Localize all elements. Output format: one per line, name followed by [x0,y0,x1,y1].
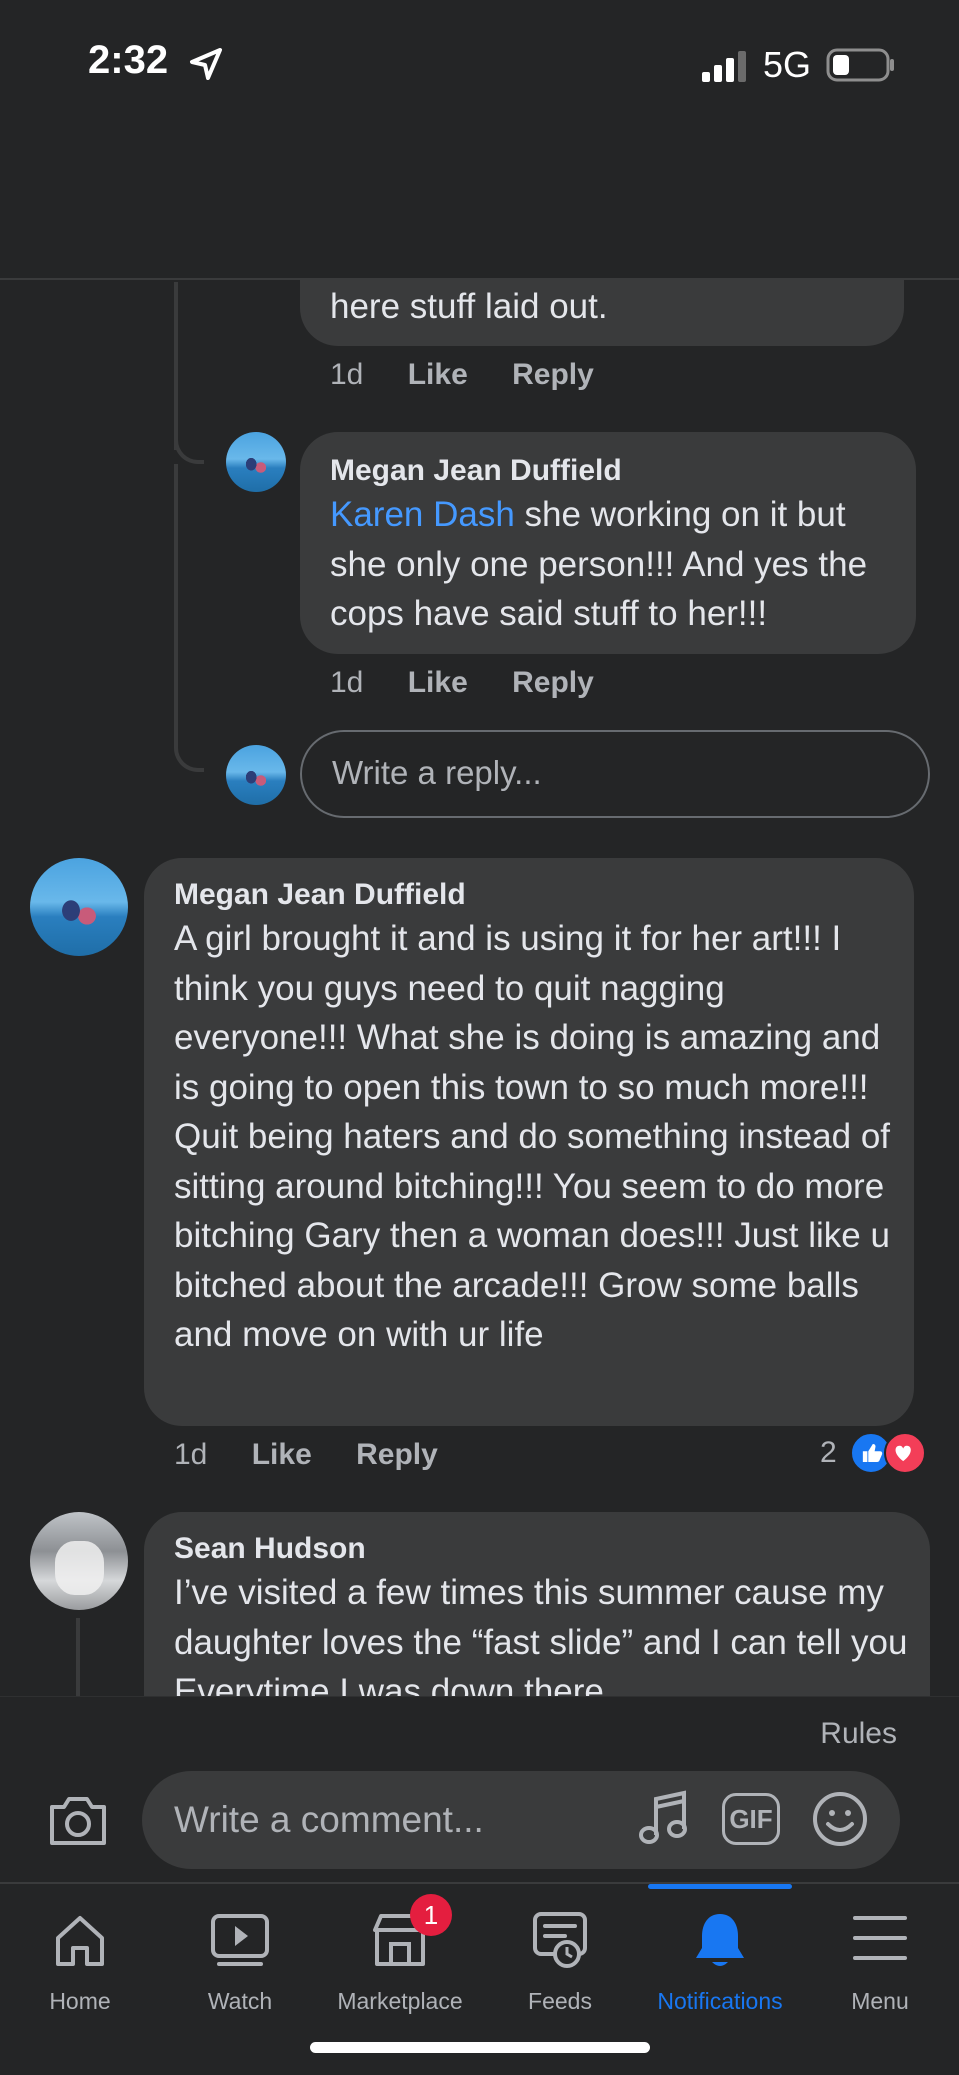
comment-author[interactable]: Sean Hudson [174,1532,914,1566]
comment-input[interactable]: Write a comment... GIF [142,1771,900,1869]
watch-icon [211,1914,269,1966]
comment-input-placeholder: Write a comment... [174,1799,484,1840]
love-icon [884,1432,926,1474]
thread-line [174,464,178,664]
signal-icon [702,51,746,82]
reply-button[interactable]: Reply [512,358,594,391]
comment-bubble-partial: here stuff laid out. [300,246,904,346]
reaction-summary[interactable]: 2 [820,1432,959,1476]
nav-label: Menu [851,1988,909,2014]
nav-label: Notifications [657,1988,783,2014]
group-avatar[interactable] [118,154,218,254]
comment-text: A girl brought it and is using it for he… [174,919,891,1354]
comment-text: Karen Dash she working on it but she onl… [330,490,910,639]
nav-menu[interactable]: Menu [800,1884,959,2024]
status-time: 2:32 [88,38,169,82]
bell-icon [696,1914,744,1966]
post-meta: · 1d · [552,210,627,246]
nav-home[interactable]: Home [0,1884,160,2024]
comment-text-first: she working on it but [514,495,846,534]
like-button[interactable]: Like [408,358,468,391]
camera-icon[interactable] [46,1793,110,1849]
nav-label: Watch [207,1988,273,2014]
like-button[interactable]: Like [408,666,468,699]
comment-actions: 1d Like Reply [174,1438,474,1472]
post-author[interactable]: Gary Moore [364,210,542,247]
comment-time: 1d [330,358,364,391]
admin-badge: Admin [236,206,344,250]
gif-button[interactable]: GIF [722,1793,780,1845]
home-icon [56,1916,104,1966]
nav-label: Marketplace [337,1988,463,2014]
rules-link[interactable]: Rules [820,1717,897,1751]
group-name[interactable]: Wellsville 2.0 [238,156,461,198]
comment-time: 1d [330,666,364,699]
reply-input[interactable]: Write a reply... [300,730,930,818]
home-indicator [310,2042,650,2053]
group-privacy-icon [637,216,667,244]
feeds-icon [533,1912,587,1968]
nav-label: Home [49,1988,111,2014]
like-button[interactable]: Like [252,1438,312,1471]
music-note-icon[interactable] [636,1789,692,1849]
nav-label: Feeds [528,1988,592,2014]
emoji-icon[interactable] [812,1791,868,1847]
author-avatar [158,194,218,254]
back-arrow-icon[interactable] [36,168,80,228]
comment-text-rest: she only one person!!! And yes the cops … [330,544,868,634]
nav-notifications[interactable]: Notifications [640,1884,800,2024]
menu-icon [853,1916,907,1960]
reply-input-placeholder: Write a reply... [332,754,542,791]
comment-author[interactable]: Megan Jean Duffield [174,878,904,912]
network-label: 5G [763,44,812,85]
location-arrow-icon [190,48,222,80]
battery-icon [826,48,894,82]
comment-time: 1d [174,1438,208,1471]
comment-text: here stuff laid out. [330,287,608,326]
avatar[interactable] [226,432,286,492]
thread-curve [174,360,204,464]
notification-badge: 1 [410,1894,452,1936]
reaction-count: 2 [820,1436,837,1469]
status-bar: 2:32 5G [0,0,959,130]
avatar [226,745,286,805]
comment-composer: Rules Write a comment... GIF [0,1696,959,1882]
reply-button[interactable]: Reply [512,666,594,699]
comment-text: I’ve visited a few times this summer cau… [174,1573,908,1711]
thread-curve [174,640,204,772]
avatar[interactable] [30,858,128,956]
mention-link[interactable]: Karen Dash [330,495,515,534]
nav-marketplace[interactable]: 1 Marketplace [320,1884,480,2024]
comment-actions: 1d Like Reply [330,358,630,392]
comment-author[interactable]: Megan Jean Duffield [330,454,910,488]
avatar[interactable] [30,1512,128,1610]
thread-line [76,1618,80,1698]
more-options-icon[interactable] [876,190,920,210]
comment-actions: 1d Like Reply [330,666,630,700]
comment-bubble: Megan Jean Duffield Karen Dash she worki… [300,432,916,654]
nav-feeds[interactable]: Feeds [480,1884,640,2024]
comment-bubble: Megan Jean Duffield A girl brought it an… [144,858,914,1426]
nav-watch[interactable]: Watch [160,1884,320,2024]
reply-button[interactable]: Reply [356,1438,438,1471]
